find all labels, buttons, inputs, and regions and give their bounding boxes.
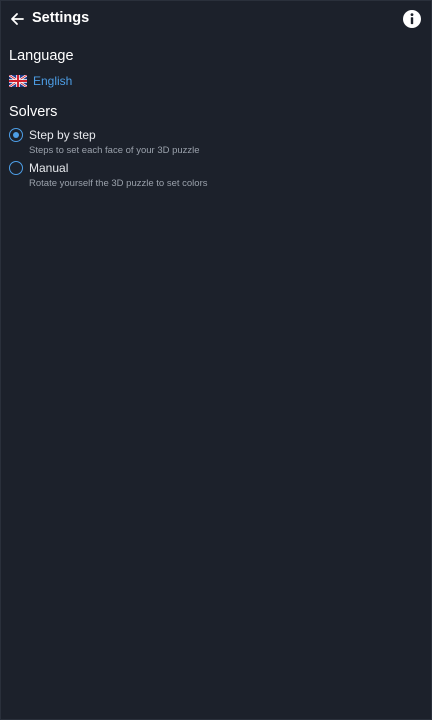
arrow-left-icon [11, 13, 24, 25]
settings-screen: Settings Language English Solvers Step b… [0, 0, 432, 720]
app-bar: Settings [1, 1, 432, 37]
radio-unselected-icon[interactable] [9, 161, 23, 175]
option-label: Step by step [29, 128, 96, 142]
solver-option-manual[interactable]: Manual Rotate yourself the 3D puzzle to … [9, 161, 309, 191]
info-icon [403, 10, 421, 28]
radio-selected-icon[interactable] [9, 128, 23, 142]
option-description: Steps to set each face of your 3D puzzle [29, 145, 200, 156]
language-heading: Language [9, 48, 74, 64]
option-description: Rotate yourself the 3D puzzle to set col… [29, 178, 208, 189]
language-selector[interactable]: English [9, 73, 72, 89]
radio-dot [12, 131, 19, 138]
uk-flag-icon [9, 75, 27, 87]
page-title: Settings [32, 10, 90, 26]
option-label: Manual [29, 161, 69, 175]
solver-option-step-by-step[interactable]: Step by step Steps to set each face of y… [9, 128, 309, 158]
solvers-heading: Solvers [9, 104, 58, 120]
back-button[interactable] [6, 8, 28, 30]
language-value: English [33, 74, 73, 88]
info-button[interactable] [402, 9, 422, 29]
